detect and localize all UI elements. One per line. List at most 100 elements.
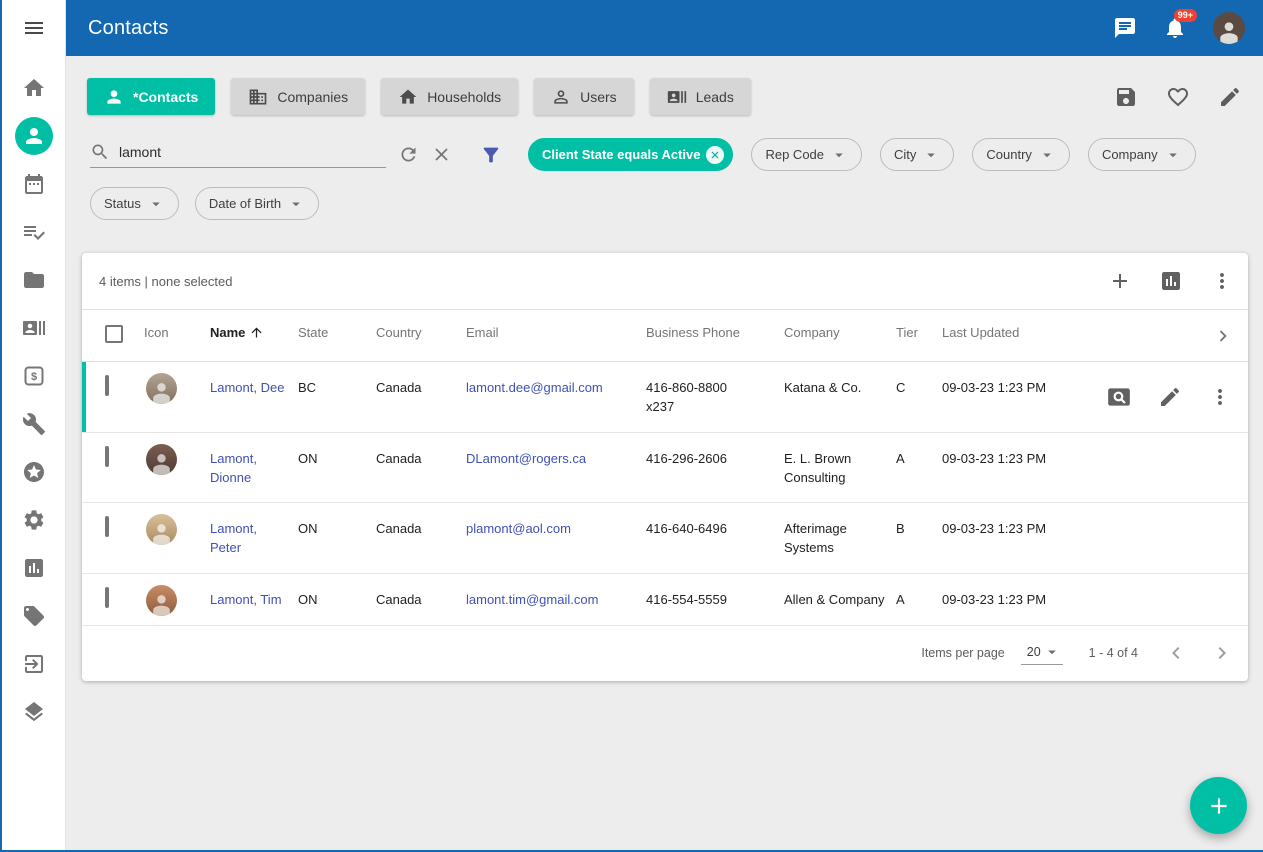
notifications-button[interactable]: 99+ [1163,16,1187,40]
user-avatar-icon [1216,18,1242,44]
row-checkbox[interactable] [105,587,109,608]
sidebar-item-contacts[interactable] [2,112,66,160]
filter-chip-date-of-birth[interactable]: Date of Birth [195,187,319,220]
remove-filter-button[interactable] [706,146,724,164]
refresh-search-button[interactable] [398,144,419,165]
column-header-name[interactable]: Name [210,310,298,354]
tab-users[interactable]: Users [534,78,634,115]
filter-chip-company[interactable]: Company [1088,138,1196,171]
column-header-tier[interactable]: Tier [896,310,942,354]
table-menu-button[interactable] [1210,269,1234,293]
sidebar-item-calendar[interactable] [2,160,66,208]
contact-avatar [146,373,177,404]
contact-name-link[interactable]: Lamont, Tim [210,592,282,607]
page-range: 1 - 4 of 4 [1089,646,1138,660]
edit-row-button[interactable] [1158,385,1182,409]
chart-button[interactable] [1159,269,1183,293]
search-icon [90,142,110,162]
previous-page-button[interactable] [1160,637,1192,669]
column-header-last-updated[interactable]: Last Updated [942,310,1092,354]
column-header-state[interactable]: State [298,310,376,354]
contact-name-link[interactable]: Lamont, Dionne [210,451,257,485]
chevron-left-icon [1164,641,1188,665]
clear-icon [431,144,452,165]
search-input[interactable] [119,144,386,160]
select-all-checkbox[interactable] [105,325,123,343]
table-row: Lamont, Peter ON Canada plamont@aol.com … [82,503,1248,574]
user-avatar[interactable] [1213,12,1245,44]
chevron-down-icon [922,146,940,164]
search-field[interactable] [90,142,386,168]
sidebar-item-home[interactable] [2,64,66,112]
menu-button[interactable] [2,0,66,56]
next-page-button[interactable] [1206,637,1238,669]
favorite-icon [1166,85,1190,109]
tab-label: Leads [696,89,734,105]
tab-label: Households [427,89,501,105]
row-menu-button[interactable] [1208,385,1232,409]
tab-leads[interactable]: Leads [650,78,751,115]
sidebar-item-layers[interactable] [2,688,66,736]
sidebar-item-tasks[interactable] [2,208,66,256]
add-column-button[interactable] [1108,269,1132,293]
filter-chip-rep-code[interactable]: Rep Code [751,138,862,171]
contact-name-link[interactable]: Lamont, Dee [210,380,284,395]
sidebar-item-reports[interactable] [2,544,66,592]
tab-contacts[interactable]: *Contacts [87,78,215,115]
sidebar-item-settings[interactable] [2,496,66,544]
filter-chip-country[interactable]: Country [972,138,1070,171]
page-size-select[interactable]: 20 [1021,641,1063,665]
leads-icon [667,87,687,107]
save-view-button[interactable] [1114,85,1138,109]
sidebar [2,0,66,850]
edit-view-button[interactable] [1218,85,1242,109]
email-link[interactable]: lamont.dee@gmail.com [466,380,603,395]
chip-label: Company [1102,147,1158,162]
home-icon [398,87,418,107]
table-row: Lamont, Dionne ON Canada DLamont@rogers.… [82,433,1248,504]
sidebar-item-rolodex[interactable] [2,304,66,352]
row-actions [1092,384,1248,410]
row-checkbox[interactable] [105,516,109,537]
tools-icon [22,412,46,436]
filter-chip-status[interactable]: Status [90,187,179,220]
state-cell: ON [298,503,376,554]
sidebar-item-documents[interactable] [2,256,66,304]
filter-chips-row-2: Status Date of Birth [90,187,1248,220]
clear-search-button[interactable] [431,144,452,165]
chevron-right-icon [1212,325,1234,347]
add-contact-fab[interactable] [1190,777,1247,834]
column-header-icon[interactable]: Icon [144,310,210,354]
layers-icon [22,700,46,724]
tab-households[interactable]: Households [381,78,518,115]
chat-button[interactable] [1113,16,1137,40]
email-link[interactable]: DLamont@rogers.ca [466,451,586,466]
filter-button[interactable] [480,144,502,166]
edit-icon [1158,385,1182,409]
email-link[interactable]: plamont@aol.com [466,521,571,536]
favorite-button[interactable] [1166,85,1190,109]
column-header-email[interactable]: Email [466,310,646,354]
column-header-country[interactable]: Country [376,310,466,354]
column-header-business-phone[interactable]: Business Phone [646,310,784,354]
column-header-company[interactable]: Company [784,310,896,354]
tab-companies[interactable]: Companies [231,78,365,115]
sidebar-item-signout[interactable] [2,640,66,688]
sidebar-item-featured[interactable] [2,448,66,496]
rolodex-icon [22,316,46,340]
row-checkbox[interactable] [105,446,109,467]
contact-name-link[interactable]: Lamont, Peter [210,521,257,555]
sidebar-item-tags[interactable] [2,592,66,640]
sidebar-item-tools[interactable] [2,400,66,448]
scroll-columns-button[interactable] [1212,325,1234,347]
chip-label: Rep Code [765,147,824,162]
filter-chip-client-state[interactable]: Client State equals Active [528,138,733,171]
last-updated-cell: 09-03-23 1:23 PM [942,433,1092,484]
sidebar-item-billing[interactable] [2,352,66,400]
menu-icon [22,16,46,40]
close-icon [709,149,721,161]
filter-chip-city[interactable]: City [880,138,954,171]
row-checkbox[interactable] [105,375,109,396]
preview-button[interactable] [1106,384,1132,410]
email-link[interactable]: lamont.tim@gmail.com [466,592,598,607]
